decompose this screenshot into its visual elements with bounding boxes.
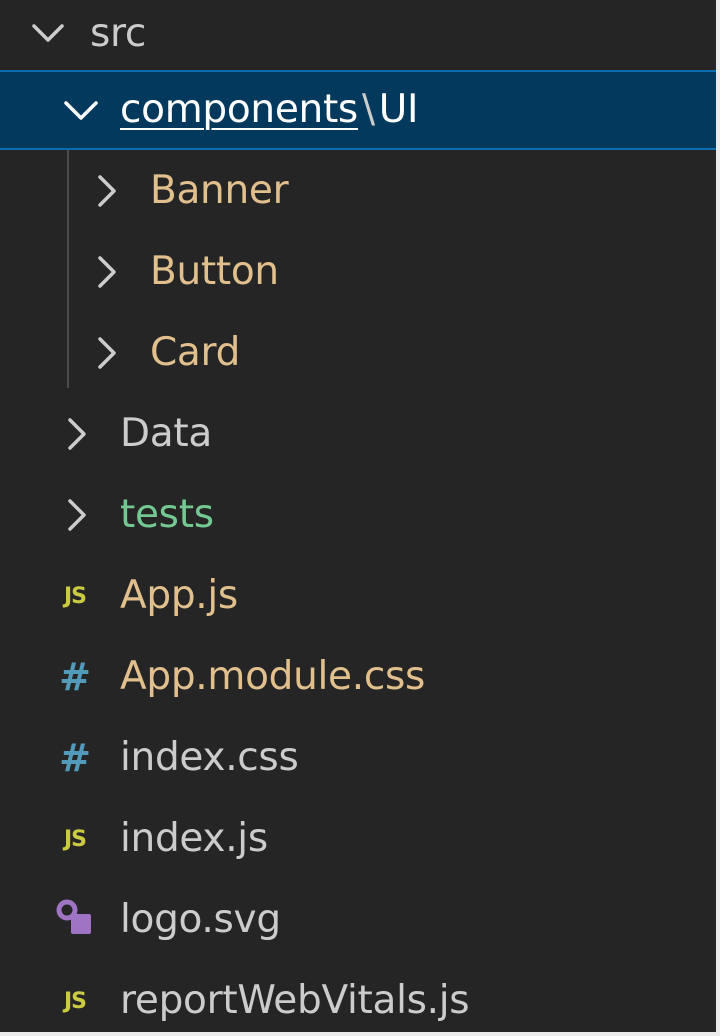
chevron-right-icon	[90, 232, 130, 312]
tree-item-app-module-css[interactable]: # App.module.css	[0, 637, 716, 717]
folder-name-ui: UI	[378, 87, 419, 132]
tree-item-label: index.css	[120, 735, 299, 780]
tree-item-label: tests	[120, 492, 214, 537]
tree-item-label: Button	[150, 249, 279, 294]
tree-item-tests[interactable]: tests	[0, 475, 716, 555]
tree-item-button[interactable]: Button	[0, 232, 716, 312]
path-separator: \	[361, 87, 375, 132]
js-file-icon: JS	[63, 826, 87, 852]
js-file-icon: JS	[63, 988, 87, 1014]
chevron-down-icon	[28, 0, 68, 74]
file-explorer-tree: src components \ UI Banner Button Card Dat…	[0, 0, 720, 1036]
svg-file-icon	[50, 880, 100, 960]
chevron-down-icon	[62, 70, 102, 150]
tree-item-components-ui[interactable]: components \ UI	[0, 70, 716, 150]
tree-item-report-web-vitals-js[interactable]: JS reportWebVitals.js	[0, 961, 716, 1032]
tree-item-label: reportWebVitals.js	[120, 978, 470, 1023]
js-file-icon: JS	[63, 583, 87, 609]
chevron-right-icon	[90, 151, 130, 231]
tree-item-label: App.module.css	[120, 654, 426, 699]
chevron-right-icon	[60, 394, 100, 474]
folder-name-components: components	[120, 87, 358, 132]
tree-item-src[interactable]: src	[0, 0, 716, 74]
tree-item-index-css[interactable]: # index.css	[0, 718, 716, 798]
tree-item-label: App.js	[120, 573, 238, 618]
tree-item-logo-svg[interactable]: logo.svg	[0, 880, 716, 960]
tree-item-label: components \ UI	[120, 70, 419, 150]
tree-item-label: index.js	[120, 816, 268, 861]
tree-item-banner[interactable]: Banner	[0, 151, 716, 231]
chevron-right-icon	[90, 313, 130, 393]
tree-item-data[interactable]: Data	[0, 394, 716, 474]
tree-item-label: logo.svg	[120, 897, 281, 942]
tree-item-label: src	[90, 11, 147, 56]
tree-item-label: Card	[150, 330, 241, 375]
css-file-icon: #	[59, 736, 91, 780]
tree-item-app-js[interactable]: JS App.js	[0, 556, 716, 636]
tree-item-card[interactable]: Card	[0, 313, 716, 393]
chevron-right-icon	[60, 475, 100, 555]
tree-item-label: Data	[120, 411, 212, 456]
tree-item-index-js[interactable]: JS index.js	[0, 799, 716, 879]
tree-item-label: Banner	[150, 168, 289, 213]
css-file-icon: #	[59, 655, 91, 699]
